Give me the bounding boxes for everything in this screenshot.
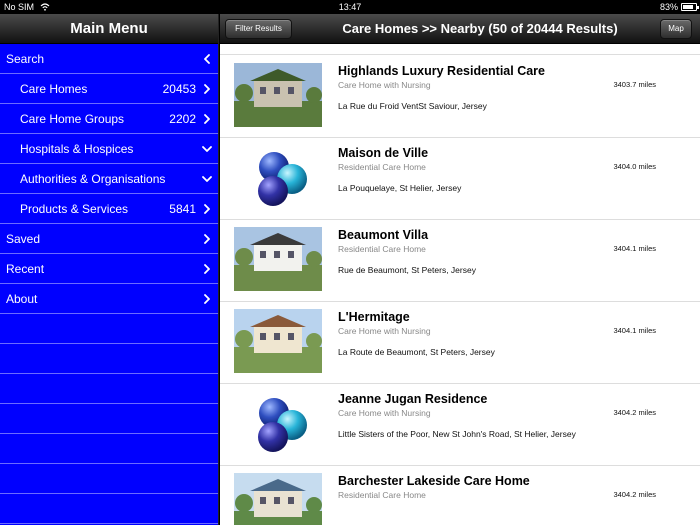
chevron-right-icon	[204, 114, 210, 124]
result-row[interactable]: Highlands Luxury Residential Care Care Ho…	[220, 56, 700, 138]
chevron-right-icon	[204, 234, 210, 244]
result-distance: 3404.2 miles	[613, 408, 656, 417]
garden-photo	[234, 63, 322, 127]
result-distance: 3404.0 miles	[613, 162, 656, 171]
sidebar-item-products-services[interactable]: Products & Services 5841	[0, 194, 218, 224]
chevron-down-icon	[202, 176, 212, 182]
result-distance: 3404.1 miles	[613, 326, 656, 335]
result-row[interactable]: Maison de Ville Residential Care Home La P…	[220, 138, 700, 220]
sidebar-title: Main Menu	[0, 14, 218, 44]
map-button[interactable]: Map	[660, 19, 692, 39]
sidebar-item-care-home-groups[interactable]: Care Home Groups 2202	[0, 104, 218, 134]
sidebar-item-label: Hospitals & Hospices	[20, 142, 134, 156]
sidebar-item-saved[interactable]: Saved	[0, 224, 218, 254]
lake-photo	[234, 473, 322, 525]
result-address: Little Sisters of the Poor, New St John'…	[338, 429, 576, 439]
result-name: Beaumont Villa	[338, 228, 429, 242]
sidebar-item-recent[interactable]: Recent	[0, 254, 218, 284]
page-title: Care Homes >> Nearby (50 of 20444 Result…	[342, 21, 618, 36]
result-type: Care Home with Nursing	[338, 408, 431, 418]
sidebar-empty-row	[0, 314, 218, 344]
chevron-left-icon	[204, 54, 210, 64]
result-row[interactable]: Beaumont Villa Residential Care Home Rue d…	[220, 220, 700, 302]
result-thumbnail	[234, 309, 322, 373]
main-menu: Search Care Homes 20453 Care Home Groups 220…	[0, 44, 218, 524]
result-distance: 3404.1 miles	[613, 244, 656, 253]
result-thumbnail	[234, 227, 322, 291]
result-thumbnail	[234, 473, 322, 525]
sidebar-item-label: About	[6, 292, 38, 306]
bubbles-logo-icon	[258, 152, 307, 206]
result-thumbnail	[234, 63, 322, 127]
sidebar-item-count: 2202	[169, 112, 196, 126]
battery-icon	[681, 3, 699, 11]
chevron-right-icon	[204, 84, 210, 94]
sidebar-item-search[interactable]: Search	[0, 44, 218, 74]
sidebar-item-label: Products & Services	[20, 202, 129, 216]
nav-bar: Filter Results Care Homes >> Nearby (50 …	[220, 14, 700, 44]
result-name: Maison de Ville	[338, 146, 429, 160]
sidebar-item-care-homes[interactable]: Care Homes 20453	[0, 74, 218, 104]
sidebar-item-hospitals-hospices[interactable]: Hospitals & Hospices	[0, 134, 218, 164]
result-thumbnail	[234, 145, 322, 209]
result-distance: 3404.2 miles	[613, 490, 656, 499]
chevron-right-icon	[204, 294, 210, 304]
result-name: L'Hermitage	[338, 310, 410, 324]
result-address: La Route de Beaumont, St Peters, Jersey	[338, 347, 495, 357]
result-type: Residential Care Home	[338, 490, 426, 500]
sidebar-item-label: Search	[6, 52, 45, 66]
status-bar: No SIM 13:47 83%	[0, 0, 700, 14]
sidebar-item-authorities-organisations[interactable]: Authorities & Organisations	[0, 164, 218, 194]
building-photo	[234, 309, 322, 373]
result-name: Highlands Luxury Residential Care	[338, 64, 545, 78]
result-row[interactable]: Barchester Lakeside Care Home Residential…	[220, 466, 700, 525]
sidebar: Main Menu Search Care Homes 20453 Care Home…	[0, 14, 219, 525]
main-panel: Filter Results Care Homes >> Nearby (50 …	[220, 14, 700, 525]
result-name: Barchester Lakeside Care Home	[338, 474, 530, 488]
result-row[interactable]: Jeanne Jugan Residence Care Home with Nur…	[220, 384, 700, 466]
sidebar-empty-row	[0, 434, 218, 464]
result-type: Residential Care Home	[338, 162, 426, 172]
chevron-down-icon	[202, 146, 212, 152]
chevron-right-icon	[204, 264, 210, 274]
sidebar-item-about[interactable]: About	[0, 284, 218, 314]
sidebar-item-label: Care Homes	[20, 82, 88, 96]
sidebar-item-label: Care Home Groups	[20, 112, 125, 126]
filter-results-button[interactable]: Filter Results	[225, 19, 292, 39]
result-address: La Rue du Froid VentSt Saviour, Jersey	[338, 101, 487, 111]
sidebar-empty-row	[0, 344, 218, 374]
sidebar-empty-row	[0, 464, 218, 494]
result-row[interactable]: L'Hermitage Care Home with Nursing La Rout…	[220, 302, 700, 384]
house-photo	[234, 227, 322, 291]
sidebar-empty-row	[0, 494, 218, 524]
sidebar-item-count: 20453	[162, 82, 196, 96]
sidebar-item-count: 5841	[169, 202, 196, 216]
result-name: Jeanne Jugan Residence	[338, 392, 488, 406]
result-type: Care Home with Nursing	[338, 326, 431, 336]
sidebar-item-label: Recent	[6, 262, 45, 276]
result-distance: 3403.7 miles	[613, 80, 656, 89]
result-type: Care Home with Nursing	[338, 80, 431, 90]
result-address: La Pouquelaye, St Helier, Jersey	[338, 183, 462, 193]
clock: 13:47	[338, 2, 362, 12]
sidebar-empty-row	[0, 374, 218, 404]
sidebar-empty-row	[0, 404, 218, 434]
result-address: Rue de Beaumont, St Peters, Jersey	[338, 265, 476, 275]
battery-percent: 83%	[659, 2, 678, 12]
sidebar-item-label: Authorities & Organisations	[20, 172, 166, 186]
sidebar-item-label: Saved	[6, 232, 41, 246]
result-type: Residential Care Home	[338, 244, 426, 254]
list-top-divider	[220, 54, 700, 55]
result-thumbnail	[234, 391, 322, 455]
bubbles-logo-icon	[258, 398, 307, 452]
chevron-right-icon	[204, 204, 210, 214]
